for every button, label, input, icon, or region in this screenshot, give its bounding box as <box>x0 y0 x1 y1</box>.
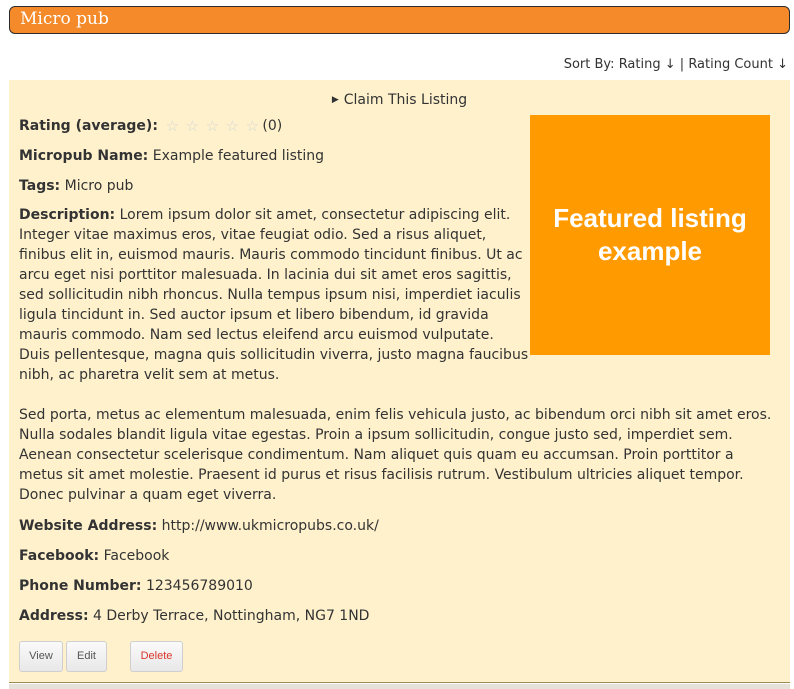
listing-card: ▶ Claim This Listing Featured listing exa… <box>9 80 790 683</box>
description-label: Description: <box>19 207 116 223</box>
sort-label: Sort By: <box>563 57 615 72</box>
description-paragraph-2: Sed porta, metus ac elementum malesuada,… <box>19 407 772 503</box>
description-field: Description: Lorem ipsum dolor sit amet,… <box>19 205 529 385</box>
tags-label: Tags: <box>19 178 61 194</box>
delete-button[interactable]: Delete <box>130 641 183 672</box>
edit-button[interactable]: Edit <box>66 641 107 672</box>
claim-listing-toggle[interactable]: ▶ Claim This Listing <box>9 92 790 108</box>
view-button[interactable]: View <box>19 641 63 672</box>
rating-field: Rating (average): ☆ ☆ ☆ ☆ ☆ (0) <box>19 116 282 137</box>
star-icon[interactable]: ☆ <box>202 118 222 134</box>
next-listing-edge <box>9 684 790 689</box>
facebook-label: Facebook: <box>19 548 100 564</box>
sort-by-rating-count-link[interactable]: Rating Count ↓ <box>688 57 788 72</box>
name-label: Micropub Name: <box>19 148 149 164</box>
address-field: Address: 4 Derby Terrace, Nottingham, NG… <box>19 606 369 626</box>
sort-bar: Sort By: Rating ↓ | Rating Count ↓ <box>564 57 788 72</box>
address-label: Address: <box>19 608 89 624</box>
claim-listing-label: Claim This Listing <box>343 92 468 108</box>
rating-stars[interactable]: ☆ ☆ ☆ ☆ ☆ <box>162 117 262 137</box>
sort-by-rating-link[interactable]: Rating ↓ <box>619 57 676 72</box>
sort-separator: | <box>679 57 685 72</box>
phone-label: Phone Number: <box>19 578 142 594</box>
rating-label: Rating (average): <box>19 118 158 134</box>
name-value: Example featured listing <box>152 148 325 164</box>
category-title: Micro pub <box>20 9 109 29</box>
tags-field: Tags: Micro pub <box>19 176 133 196</box>
featured-image: Featured listing example <box>530 115 770 355</box>
expand-triangle-icon: ▶ <box>331 95 339 105</box>
star-icon[interactable]: ☆ <box>182 118 202 134</box>
website-value: http://www.ukmicropubs.co.uk/ <box>161 518 379 534</box>
tags-value: Micro pub <box>64 178 134 194</box>
phone-value: 123456789010 <box>145 578 253 594</box>
facebook-field: Facebook: Facebook <box>19 546 169 566</box>
website-label: Website Address: <box>19 518 158 534</box>
star-icon[interactable]: ☆ <box>162 118 182 134</box>
address-value: 4 Derby Terrace, Nottingham, NG7 1ND <box>93 608 370 624</box>
phone-field: Phone Number: 123456789010 <box>19 576 253 596</box>
rating-count: (0) <box>262 118 283 134</box>
featured-image-text: Featured listing example <box>553 203 747 266</box>
category-header: Micro pub <box>9 6 790 34</box>
facebook-value: Facebook <box>103 548 170 564</box>
name-field: Micropub Name: Example featured listing <box>19 146 324 166</box>
website-field: Website Address: http://www.ukmicropubs.… <box>19 516 379 536</box>
star-icon[interactable]: ☆ <box>222 118 242 134</box>
star-icon[interactable]: ☆ <box>242 118 262 134</box>
description-paragraph-1: Lorem ipsum dolor sit amet, consectetur … <box>19 207 529 383</box>
